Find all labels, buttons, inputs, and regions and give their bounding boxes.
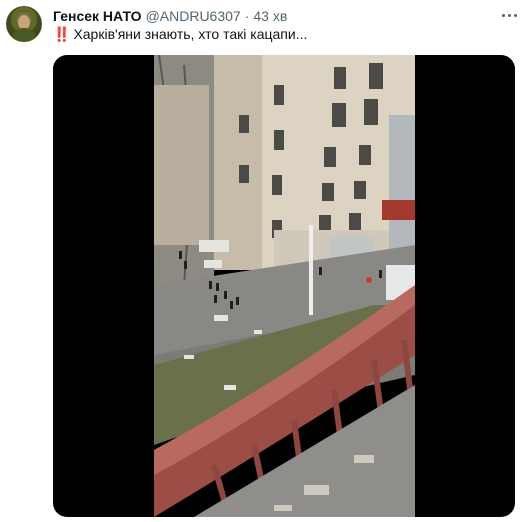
tweet[interactable]: Генсек НАТО @ANDRU6307 · 43 хв ‼️ Харків'… <box>0 0 525 522</box>
timestamp[interactable]: 43 хв <box>253 8 287 24</box>
separator-dot: · <box>244 8 250 24</box>
left-building <box>154 85 209 245</box>
video-frame <box>154 55 415 517</box>
avatar[interactable] <box>6 6 42 42</box>
author-name[interactable]: Генсек НАТО <box>53 8 142 24</box>
more-icon[interactable] <box>498 6 520 24</box>
avatar-body <box>13 28 35 42</box>
author-handle[interactable]: @ANDRU6307 <box>146 8 241 24</box>
tweet-text: Харків'яни знають, хто такі кацапи... <box>73 26 308 42</box>
double-exclamation-icon: ‼️ <box>53 26 70 42</box>
video-player[interactable] <box>53 55 515 517</box>
tweet-text-row: ‼️ Харків'яни знають, хто такі кацапи... <box>53 25 307 43</box>
lamp-post <box>309 225 313 315</box>
tweet-header: Генсек НАТО @ANDRU6307 · 43 хв <box>53 7 287 25</box>
